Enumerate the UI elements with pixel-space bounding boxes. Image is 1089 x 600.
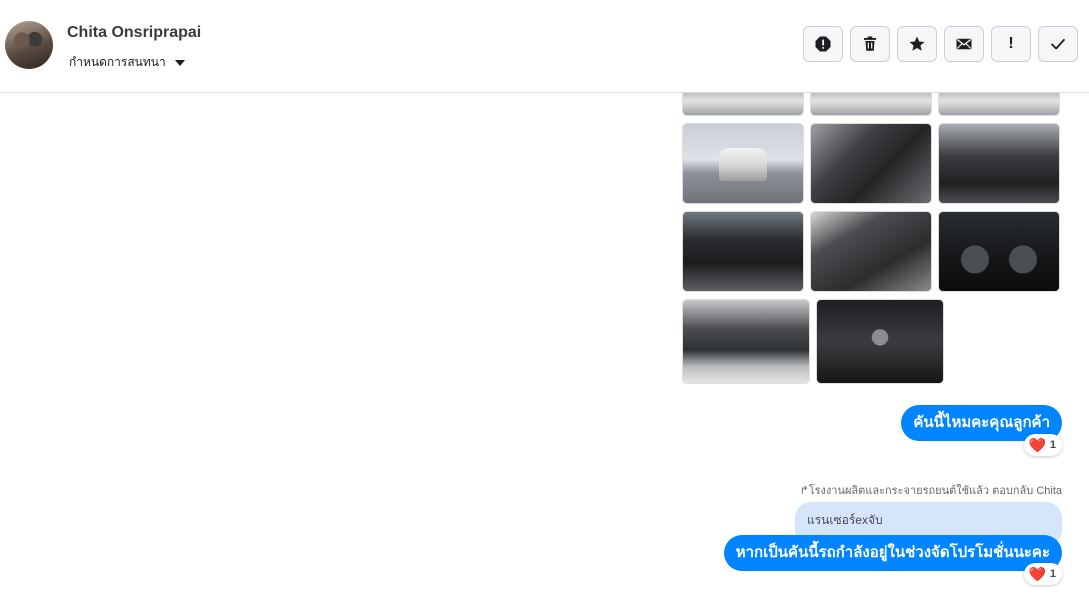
checkmark-icon	[1051, 38, 1065, 50]
contact-name[interactable]: Chita Onsriprapai	[67, 24, 201, 42]
star-button[interactable]	[897, 26, 937, 62]
car-photo-front-seats[interactable]	[810, 123, 932, 204]
mark-done-button[interactable]	[1038, 26, 1078, 62]
reaction-count: 1	[1049, 568, 1056, 580]
message-reaction[interactable]: ❤️ 1	[1024, 434, 1062, 456]
reply-meta-text: โรงงานผลิตและกระจายรถยนต์ใช้แล้ว ตอบกลับ…	[808, 485, 1062, 497]
mark-unread-button[interactable]	[944, 26, 984, 62]
star-icon	[909, 36, 925, 51]
alert-octagon-icon	[815, 36, 831, 52]
car-photo-engine[interactable]	[682, 299, 810, 384]
exclamation-icon: !	[1008, 35, 1014, 52]
conversation-toolbar: !	[803, 26, 1078, 62]
heart-icon: ❤️	[1028, 437, 1046, 453]
important-button[interactable]: !	[991, 26, 1031, 62]
car-photo-console[interactable]	[682, 211, 804, 292]
quoted-message-text: แรนเซอร์exจับ	[807, 513, 883, 527]
report-button[interactable]	[803, 26, 843, 62]
message-bubble[interactable]: หากเป็นคันนี้รถกำลังอยู่ในช่วงจัดโปรโมชั…	[723, 535, 1062, 571]
message-reaction[interactable]: ❤️ 1	[1024, 563, 1062, 585]
reaction-count: 1	[1049, 439, 1056, 451]
heart-icon: ❤️	[1028, 566, 1046, 582]
conversation-settings-dropdown[interactable]: กำหนดการสนทนา	[69, 53, 185, 72]
reply-arrow-icon: ↱	[799, 485, 809, 497]
caret-down-icon	[174, 60, 185, 66]
conversation-settings-label: กำหนดการสนทนา	[69, 55, 166, 69]
avatar[interactable]	[5, 21, 53, 69]
delete-button[interactable]	[850, 26, 890, 62]
car-photo-rear-seats[interactable]	[810, 211, 932, 292]
car-photo-dashboard[interactable]	[938, 123, 1060, 204]
envelope-icon	[956, 38, 972, 50]
conversation-header: Chita Onsriprapai กำหนดการสนทนา !	[0, 0, 1089, 93]
car-photo-rear[interactable]	[682, 123, 804, 204]
trash-icon	[864, 36, 876, 51]
car-photo-shifter[interactable]	[816, 299, 944, 384]
reply-meta: ↱โรงงานผลิตและกระจายรถยนต์ใช้แล้ว ตอบกลั…	[799, 481, 1062, 499]
car-photo-gauges[interactable]	[938, 211, 1060, 292]
